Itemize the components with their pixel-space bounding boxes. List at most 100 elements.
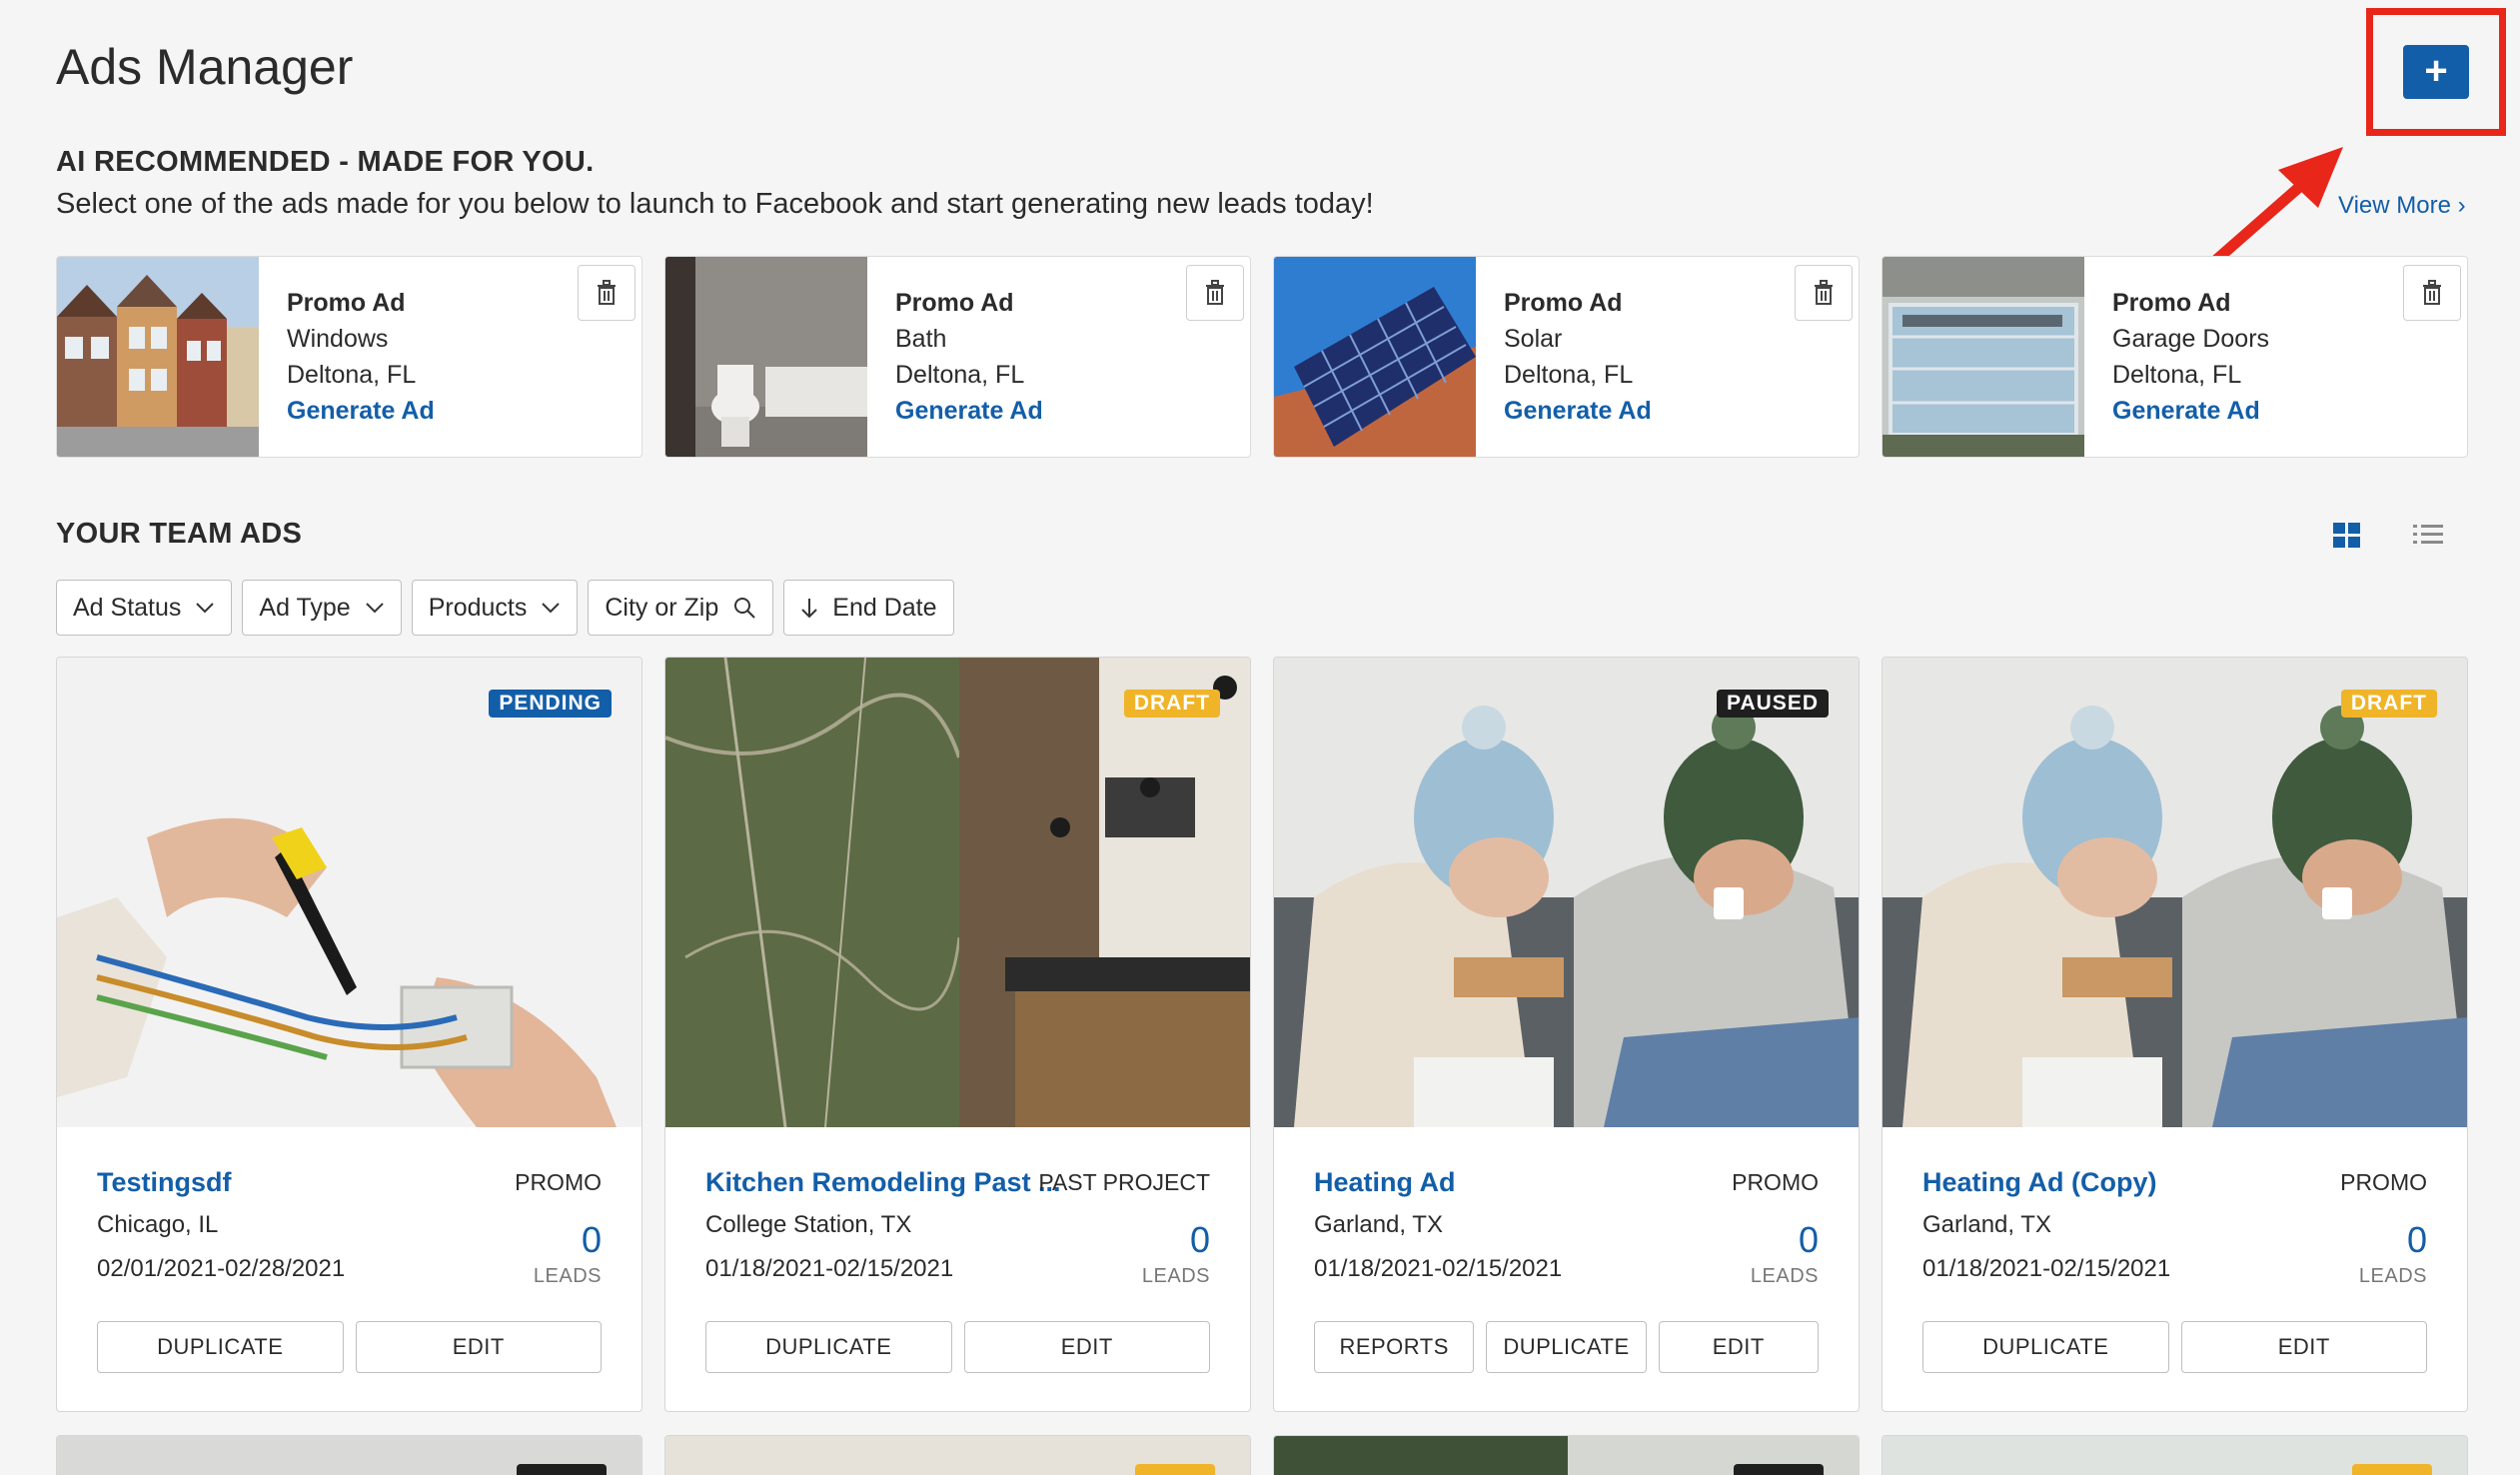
arrow-down-icon (801, 599, 817, 619)
team-ads-heading: YOUR TEAM ADS (56, 518, 303, 550)
ad-title[interactable]: Heating Ad (1314, 1167, 1456, 1198)
ad-image-electrical (57, 658, 641, 1127)
promo-image-windows (57, 257, 259, 457)
reports-button[interactable]: REPORTS (1314, 1321, 1475, 1373)
grid-view-icon (2333, 523, 2360, 548)
ad-card: DRAFT Heating Ad (Copy) PROMO Garland, T… (1882, 657, 2468, 1412)
chevron-down-icon (196, 603, 215, 614)
promo-title: Promo Ad (895, 289, 1014, 317)
edit-button[interactable]: EDIT (2180, 1321, 2427, 1373)
ad-title[interactable]: Kitchen Remodeling Past ... (705, 1167, 1061, 1198)
promo-title: Promo Ad (287, 289, 406, 317)
ad-location: Garland, TX (1922, 1211, 2051, 1238)
trash-icon (1815, 280, 1833, 305)
edit-button[interactable]: EDIT (1658, 1321, 1819, 1373)
generate-ad-link[interactable]: Generate Ad (1504, 393, 1652, 429)
filter-label: Products (428, 593, 528, 622)
promo-location: Deltona, FL (2112, 361, 2242, 389)
ad-location: Chicago, IL (97, 1211, 219, 1238)
ad-card: DRAFT Kitchen Remodeling Past ... PAST P… (664, 657, 1251, 1412)
ad-dates: 02/01/2021-02/28/2021 (97, 1255, 346, 1282)
generate-ad-link[interactable]: Generate Ad (2112, 393, 2269, 429)
chevron-down-icon (542, 603, 561, 614)
filter-bar: Ad Status Ad Type Products City or Zip E… (56, 580, 954, 636)
promo-product: Solar (1504, 325, 1563, 353)
ad-image-partial (1883, 1436, 2467, 1475)
ai-recommended-heading: AI RECOMMENDED - MADE FOR YOU. (56, 146, 595, 178)
trash-icon (1206, 280, 1224, 305)
ad-card-partial (664, 1435, 1251, 1475)
next-row-ads (56, 1435, 2468, 1475)
edit-button[interactable]: EDIT (355, 1321, 602, 1373)
ad-type: PROMO (1732, 1169, 1819, 1195)
filter-label: Ad Status (73, 593, 182, 622)
leads-count: 0 (2406, 1219, 2427, 1260)
view-more-label: View More (2338, 192, 2451, 219)
delete-promo-button[interactable] (1186, 265, 1244, 321)
grid-view-toggle[interactable] (2332, 520, 2362, 555)
ad-image-partial (1274, 1436, 1859, 1475)
ad-image-heating (1274, 658, 1859, 1127)
promo-card: Promo Ad Windows Deltona, FL Generate Ad (56, 256, 642, 458)
edit-button[interactable]: EDIT (963, 1321, 1210, 1373)
status-badge: DRAFT (2340, 690, 2437, 718)
list-view-toggle[interactable] (2412, 520, 2444, 555)
leads-count: 0 (1189, 1219, 1210, 1260)
status-badge: PENDING (489, 690, 612, 718)
chevron-down-icon (365, 603, 384, 614)
ad-type-filter[interactable]: Ad Type (242, 580, 402, 636)
promo-product: Windows (287, 325, 389, 353)
delete-promo-button[interactable] (1795, 265, 1853, 321)
duplicate-button[interactable]: DUPLICATE (705, 1321, 952, 1373)
ad-location: College Station, TX (705, 1211, 912, 1238)
ad-card-partial (1882, 1435, 2468, 1475)
duplicate-button[interactable]: DUPLICATE (97, 1321, 344, 1373)
generate-ad-link[interactable]: Generate Ad (287, 393, 435, 429)
add-ad-button[interactable]: + (2403, 45, 2469, 99)
ad-status-filter[interactable]: Ad Status (56, 580, 233, 636)
ad-title[interactable]: Testingsdf (97, 1167, 232, 1198)
leads-label: LEADS (1750, 1265, 1819, 1287)
list-view-icon (2413, 525, 2443, 544)
ad-type: PROMO (515, 1169, 602, 1195)
leads-label: LEADS (1141, 1265, 1210, 1287)
promo-title: Promo Ad (2112, 289, 2231, 317)
chevron-right-icon: › (2457, 192, 2466, 219)
ad-image-partial (57, 1436, 641, 1475)
trash-icon (598, 280, 616, 305)
promo-card: Promo Ad Bath Deltona, FL Generate Ad (664, 256, 1251, 458)
products-filter[interactable]: Products (411, 580, 579, 636)
delete-promo-button[interactable] (2403, 265, 2461, 321)
generate-ad-link[interactable]: Generate Ad (895, 393, 1043, 429)
leads-label: LEADS (2358, 1265, 2427, 1287)
ad-card: PAUSED Heating Ad PROMO Garland, TX 01/1… (1273, 657, 1860, 1412)
ad-image-heating-copy (1883, 658, 2467, 1127)
city-zip-search[interactable]: City or Zip (588, 580, 774, 636)
ad-card-partial (56, 1435, 642, 1475)
promo-image-solar (1274, 257, 1476, 457)
ad-image-partial (665, 1436, 1250, 1475)
ad-location: Garland, TX (1314, 1211, 1443, 1238)
duplicate-button[interactable]: DUPLICATE (1486, 1321, 1647, 1373)
ad-image-kitchen (665, 658, 1250, 1128)
leads-count: 0 (1798, 1219, 1819, 1260)
promo-ad-list: Promo Ad Windows Deltona, FL Generate Ad… (56, 256, 2468, 458)
promo-location: Deltona, FL (895, 361, 1025, 389)
duplicate-button[interactable]: DUPLICATE (1922, 1321, 2169, 1373)
filter-label: Ad Type (259, 593, 351, 622)
team-ads-grid: PENDING Testingsdf PROMO Chicago, IL 02/… (56, 657, 2468, 1412)
promo-title: Promo Ad (1504, 289, 1623, 317)
ad-card: PENDING Testingsdf PROMO Chicago, IL 02/… (56, 657, 642, 1412)
ad-dates: 01/18/2021-02/15/2021 (705, 1255, 954, 1282)
view-more-link[interactable]: View More › (2338, 192, 2466, 220)
ad-title[interactable]: Heating Ad (Copy) (1922, 1167, 2156, 1198)
search-icon (734, 598, 755, 619)
leads-label: LEADS (533, 1265, 602, 1287)
promo-location: Deltona, FL (1504, 361, 1634, 389)
delete-promo-button[interactable] (578, 265, 635, 321)
filter-label: City or Zip (605, 593, 719, 622)
end-date-sort[interactable]: End Date (783, 580, 954, 636)
status-badge: DRAFT (1123, 690, 1220, 718)
ad-dates: 01/18/2021-02/15/2021 (1314, 1255, 1563, 1282)
page-title: Ads Manager (56, 39, 354, 95)
